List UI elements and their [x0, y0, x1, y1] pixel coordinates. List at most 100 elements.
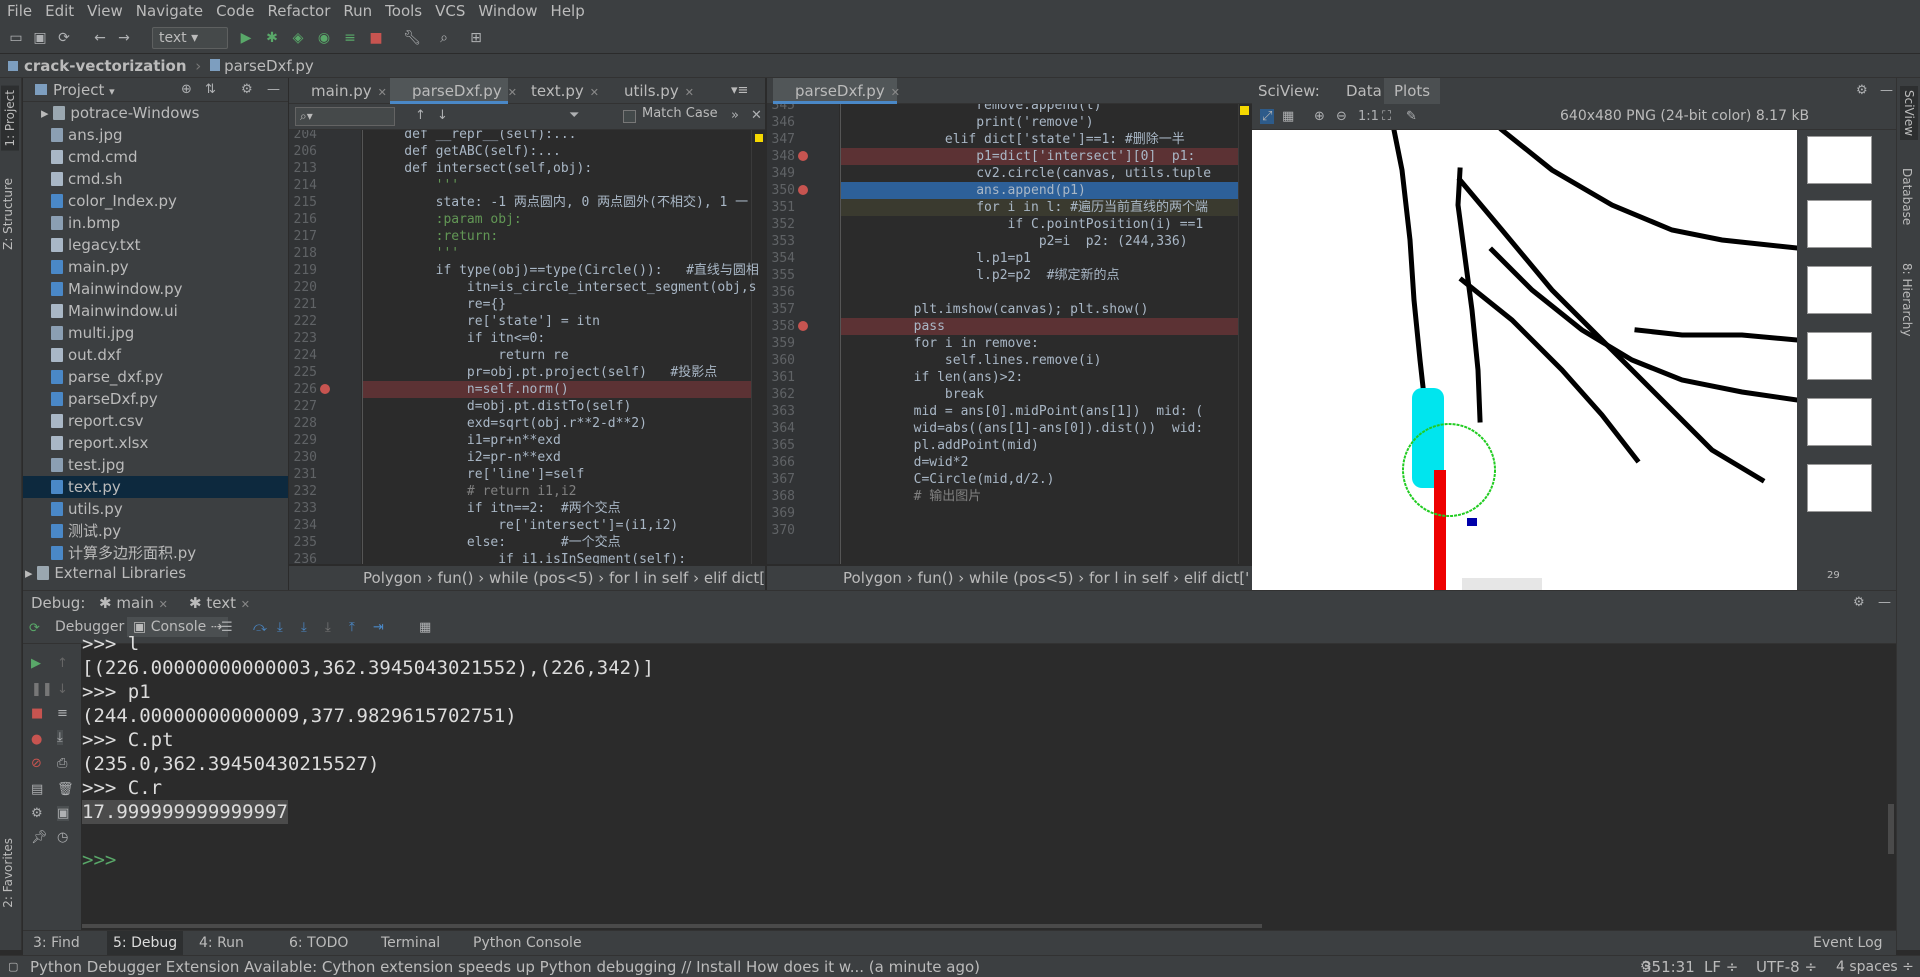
python-console[interactable]: >>> l [(226.00000000000003,362.3945043021…: [82, 633, 1896, 930]
filter-icon[interactable]: ⏷: [569, 108, 579, 123]
run-icon[interactable]: ▶: [236, 28, 256, 48]
scroll-up-icon[interactable]: ↑: [57, 656, 68, 671]
tool-todo[interactable]: 6: TODO: [289, 931, 348, 956]
tree-external-libraries[interactable]: ▸ External Libraries: [25, 562, 186, 584]
tree-item[interactable]: multi.jpg: [51, 322, 134, 344]
soft-wrap-icon[interactable]: ≡: [57, 706, 68, 721]
tree-item[interactable]: 测试.py: [51, 520, 121, 542]
console-icon[interactable]: ▣: [57, 806, 70, 821]
tree-item[interactable]: in.bmp: [51, 212, 120, 234]
tab-overflow-icon[interactable]: ▾≡: [725, 78, 765, 104]
code-breadcrumb-item[interactable]: while (pos<5): [489, 569, 593, 587]
menu-file[interactable]: File: [0, 2, 38, 20]
tree-item[interactable]: utils.py: [51, 498, 123, 520]
stop-icon[interactable]: ■: [366, 28, 386, 48]
next-match-icon[interactable]: ↓: [437, 108, 448, 123]
close-icon[interactable]: ✕: [590, 86, 599, 99]
run-config-select[interactable]: text ▾: [152, 27, 228, 49]
favorites-tool-tab[interactable]: 2: Favorites: [1, 838, 15, 908]
mute-breakpoints-icon[interactable]: ⊘: [31, 756, 42, 771]
match-case-checkbox[interactable]: [623, 110, 636, 123]
rerun-icon[interactable]: ⟳: [29, 621, 40, 636]
open-folder-icon[interactable]: ▭: [6, 28, 26, 48]
project-title[interactable]: Project: [53, 81, 104, 99]
menu-edit[interactable]: Edit: [38, 2, 80, 20]
tree-item[interactable]: report.csv: [51, 410, 144, 432]
actual-size-button[interactable]: 1:1: [1358, 109, 1379, 124]
settings-wrench-icon[interactable]: 🔧︎: [402, 28, 422, 48]
tree-item[interactable]: text.py: [23, 476, 288, 498]
clear-icon[interactable]: 🗑︎: [57, 782, 74, 797]
fit-icon[interactable]: ⛶: [1382, 109, 1391, 124]
pin-icon[interactable]: 📌︎: [31, 830, 48, 845]
step-over-icon[interactable]: ⤼: [253, 620, 267, 635]
step-into-icon[interactable]: ⤓: [277, 620, 283, 635]
code-breadcrumb-item[interactable]: fun(): [918, 569, 954, 587]
prev-match-icon[interactable]: ↑: [415, 108, 426, 123]
coverage-icon[interactable]: ◈: [288, 28, 308, 48]
menu-run[interactable]: Run: [336, 2, 378, 20]
debug-icon[interactable]: ✱: [262, 28, 282, 48]
breadcrumb-project[interactable]: crack-vectorization: [24, 57, 187, 75]
close-icon[interactable]: ✕: [159, 598, 168, 611]
tab-data[interactable]: Data: [1346, 78, 1382, 104]
tree-item[interactable]: Mainwindow.py: [51, 278, 183, 300]
close-icon[interactable]: ✕: [378, 86, 387, 99]
console-scrollbar-h[interactable]: [82, 924, 1262, 928]
code-breadcrumb-item[interactable]: Polygon: [363, 569, 422, 587]
plot-thumbnail[interactable]: [1807, 200, 1872, 248]
chevron-right-icon[interactable]: ▸: [41, 104, 53, 122]
collapse-icon[interactable]: ⇅: [205, 78, 216, 102]
console-scrollbar-v[interactable]: [1888, 804, 1894, 854]
menu-tools[interactable]: Tools: [378, 2, 428, 20]
plot-thumbnail[interactable]: [1807, 398, 1872, 446]
view-breakpoints-icon[interactable]: ●: [31, 732, 42, 747]
resume-icon[interactable]: ▶: [31, 656, 41, 671]
breadcrumb-file[interactable]: parseDxf.py: [224, 57, 314, 75]
fit-zoom-icon[interactable]: ⤢: [1260, 109, 1275, 124]
database-tool-tab[interactable]: Database: [1900, 168, 1914, 225]
tree-item[interactable]: cmd.sh: [51, 168, 122, 190]
caret-position[interactable]: 351:31: [1642, 956, 1695, 977]
close-icon[interactable]: ✕: [241, 598, 250, 611]
code-breadcrumb-item[interactable]: Polygon: [843, 569, 902, 587]
tool-terminal[interactable]: Terminal: [381, 931, 440, 956]
back-icon[interactable]: ←: [90, 28, 110, 48]
chevron-right-icon[interactable]: ▸: [25, 564, 37, 582]
tab-parsedxf-py[interactable]: parseDxf.py ✕: [390, 78, 517, 104]
history-icon[interactable]: ◷: [57, 830, 68, 845]
tree-item[interactable]: cmd.cmd: [51, 146, 138, 168]
tab-utils-py[interactable]: utils.py ✕: [602, 78, 706, 104]
profile-icon[interactable]: ◉: [314, 28, 334, 48]
zoom-out-icon[interactable]: ⊖: [1336, 109, 1347, 124]
pause-icon[interactable]: ❚❚: [31, 682, 53, 697]
plot-thumbnail[interactable]: [1807, 464, 1872, 512]
tree-item[interactable]: parse_dxf.py: [51, 366, 163, 388]
gear-icon[interactable]: ⚙: [241, 78, 253, 102]
menu-view[interactable]: View: [80, 2, 129, 20]
status-message[interactable]: Python Debugger Extension Available: Cyt…: [30, 956, 980, 977]
concurrency-icon[interactable]: ≡: [340, 28, 360, 48]
chevron-down-icon[interactable]: ▾: [109, 85, 115, 98]
sciview-tool-tab[interactable]: SciView: [1900, 86, 1918, 141]
menu-window[interactable]: Window: [471, 2, 543, 20]
print-icon[interactable]: ⎙: [57, 756, 67, 771]
tab-parsedxf-py-right[interactable]: parseDxf.py ✕: [773, 78, 900, 104]
plot-thumbnail[interactable]: [1807, 136, 1872, 184]
plot-thumbnail[interactable]: [1807, 266, 1872, 314]
right-code-editor[interactable]: 344 if dict['state']==-1: #删除直线345 remov…: [767, 104, 1252, 564]
forward-icon[interactable]: →: [114, 28, 134, 48]
gear-icon[interactable]: ⚙: [1853, 591, 1865, 615]
tree-item[interactable]: ▸ potrace-Windows: [41, 102, 200, 124]
tool-event-log[interactable]: Event Log: [1813, 931, 1883, 956]
tab-console[interactable]: ▣ Console ⇢: [127, 617, 229, 637]
color-picker-icon[interactable]: ✎: [1406, 109, 1417, 124]
settings-icon[interactable]: ⚙: [31, 806, 43, 821]
close-find-icon[interactable]: ✕: [751, 108, 762, 123]
minimize-icon[interactable]: —: [1878, 591, 1891, 615]
breakpoint-icon[interactable]: [320, 384, 330, 394]
tree-item[interactable]: 计算多边形面积.py: [51, 542, 196, 564]
vcs-icon[interactable]: ⊞: [466, 28, 486, 48]
close-icon[interactable]: ✕: [891, 86, 900, 99]
scroll-down-icon[interactable]: ↓: [57, 682, 68, 697]
